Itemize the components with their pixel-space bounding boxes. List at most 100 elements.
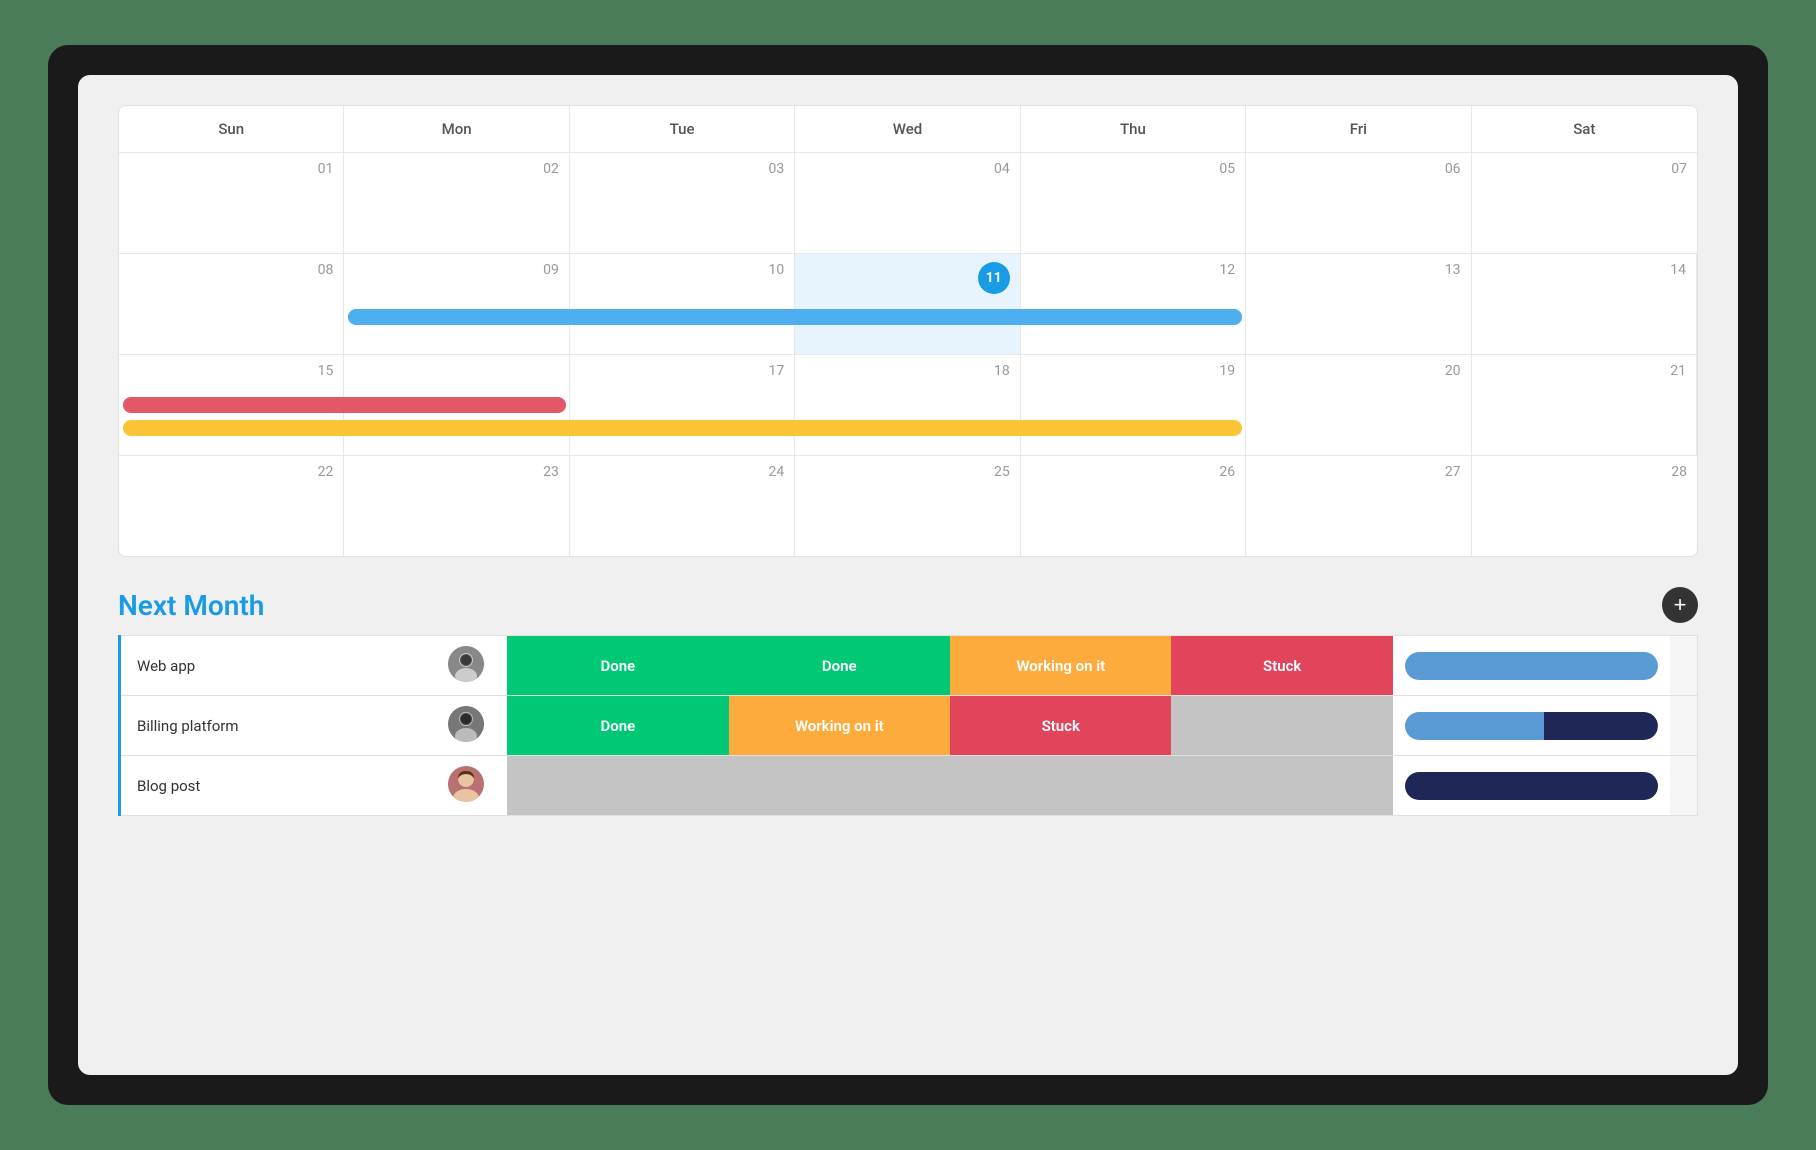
- status-cell-empty-3: [729, 756, 950, 816]
- status-stuck: Stuck: [1171, 636, 1392, 695]
- day-26: 26: [1021, 456, 1246, 556]
- calendar: Sun Mon Tue Wed Thu Fri Sat 01 02 03 04 …: [118, 105, 1698, 557]
- status-cell-working-1[interactable]: Working on it: [950, 636, 1171, 696]
- day-06: 06: [1246, 153, 1471, 253]
- status-empty: [1171, 696, 1392, 755]
- status-cell-done-1[interactable]: Done: [507, 636, 728, 696]
- day-21: 21: [1472, 355, 1697, 455]
- status-empty-5: [1171, 756, 1392, 815]
- day-14: 14: [1472, 254, 1697, 354]
- status-done-2: Done: [729, 636, 950, 695]
- table-row: Blog post: [120, 756, 1698, 816]
- today-badge: 11: [978, 262, 1010, 294]
- day-22: 22: [119, 456, 344, 556]
- calendar-header: Sun Mon Tue Wed Thu Fri Sat: [119, 106, 1697, 153]
- status-empty-4: [950, 756, 1171, 815]
- spacer-2: [1670, 696, 1698, 756]
- day-12: 12: [1021, 254, 1246, 354]
- day-18: 18: [795, 355, 1020, 455]
- add-button[interactable]: +: [1662, 587, 1698, 623]
- progress-blue-segment: [1405, 712, 1544, 740]
- col-sat: Sat: [1472, 106, 1697, 153]
- status-stuck-2: Stuck: [950, 696, 1171, 755]
- table-row: Billing platform: [120, 696, 1698, 756]
- day-11: 11: [795, 254, 1020, 354]
- col-tue: Tue: [570, 106, 795, 153]
- avatar-cell-2: [424, 696, 507, 756]
- day-04: 04: [795, 153, 1020, 253]
- status-done: Done: [507, 636, 728, 695]
- status-cell-empty-4: [950, 756, 1171, 816]
- status-empty-3: [729, 756, 950, 815]
- day-13: 13: [1246, 254, 1471, 354]
- status-working: Working on it: [950, 636, 1171, 695]
- device-frame: Sun Mon Tue Wed Thu Fri Sat 01 02 03 04 …: [48, 45, 1768, 1105]
- progress-cell-3: [1393, 756, 1670, 816]
- progress-cell-2: [1393, 696, 1670, 756]
- day-01: 01: [119, 153, 344, 253]
- avatar-male2: [448, 706, 484, 742]
- day-08: 08: [119, 254, 344, 354]
- status-empty-2: [507, 756, 728, 815]
- task-name-web-app: Web app: [120, 636, 425, 696]
- col-thu: Thu: [1021, 106, 1246, 153]
- avatar-cell-3: [424, 756, 507, 816]
- day-05: 05: [1021, 153, 1246, 253]
- status-cell-stuck-1[interactable]: Stuck: [1171, 636, 1392, 696]
- day-17: 17: [570, 355, 795, 455]
- section-header: Next Month +: [118, 587, 1698, 623]
- avatar-icon: [448, 646, 484, 682]
- table-row: Web app: [120, 636, 1698, 696]
- day-28: 28: [1472, 456, 1697, 556]
- day-24: 24: [570, 456, 795, 556]
- progress-bar-blue: [1405, 652, 1658, 680]
- day-03: 03: [570, 153, 795, 253]
- event-bar-blue: [348, 309, 1242, 325]
- status-cell-done-3[interactable]: Done: [507, 696, 728, 756]
- week-row-2: 08 09 10 11 12 13 14: [119, 254, 1697, 355]
- status-cell-empty-5: [1171, 756, 1392, 816]
- status-cell-working-2[interactable]: Working on it: [729, 696, 950, 756]
- day-25: 25: [795, 456, 1020, 556]
- status-working-2: Working on it: [729, 696, 950, 755]
- screen: Sun Mon Tue Wed Thu Fri Sat 01 02 03 04 …: [78, 75, 1738, 1075]
- day-20: 20: [1246, 355, 1471, 455]
- progress-bar-split: [1405, 712, 1658, 740]
- avatar-icon-3: [448, 766, 484, 802]
- day-07: 07: [1472, 153, 1697, 253]
- status-cell-empty-2: [507, 756, 728, 816]
- day-09: 09: [344, 254, 569, 354]
- avatar-icon-2: [448, 706, 484, 742]
- col-sun: Sun: [119, 106, 344, 153]
- spacer-1: [1670, 636, 1698, 696]
- week-row-1: 01 02 03 04 05 06 07: [119, 153, 1697, 254]
- week-row-4: 22 23 24 25 26 27 28: [119, 456, 1697, 556]
- task-name-billing: Billing platform: [120, 696, 425, 756]
- avatar-cell-1: [424, 636, 507, 696]
- plus-icon: +: [1674, 592, 1687, 618]
- avatar-female: [448, 766, 484, 802]
- status-done-3: Done: [507, 696, 728, 755]
- day-27: 27: [1246, 456, 1471, 556]
- col-fri: Fri: [1246, 106, 1471, 153]
- week-row-3: 15 17 18 19 20 21: [119, 355, 1697, 456]
- next-month-section: Next Month + Web app: [118, 587, 1698, 816]
- progress-dark-segment: [1544, 712, 1658, 740]
- day-02: 02: [344, 153, 569, 253]
- status-cell-empty-1: [1171, 696, 1392, 756]
- status-cell-stuck-2[interactable]: Stuck: [950, 696, 1171, 756]
- status-table: Web app: [118, 635, 1698, 816]
- task-name-blog: Blog post: [120, 756, 425, 816]
- progress-bar-dark: [1405, 772, 1658, 800]
- section-title: Next Month: [118, 589, 264, 622]
- event-bar-yellow: [123, 420, 1242, 436]
- event-bar-red: [123, 397, 566, 413]
- day-19: 19: [1021, 355, 1246, 455]
- col-mon: Mon: [344, 106, 569, 153]
- col-wed: Wed: [795, 106, 1020, 153]
- avatar-male1: [448, 646, 484, 682]
- status-cell-done-2[interactable]: Done: [729, 636, 950, 696]
- day-23: 23: [344, 456, 569, 556]
- day-10: 10: [570, 254, 795, 354]
- progress-cell-1: [1393, 636, 1670, 696]
